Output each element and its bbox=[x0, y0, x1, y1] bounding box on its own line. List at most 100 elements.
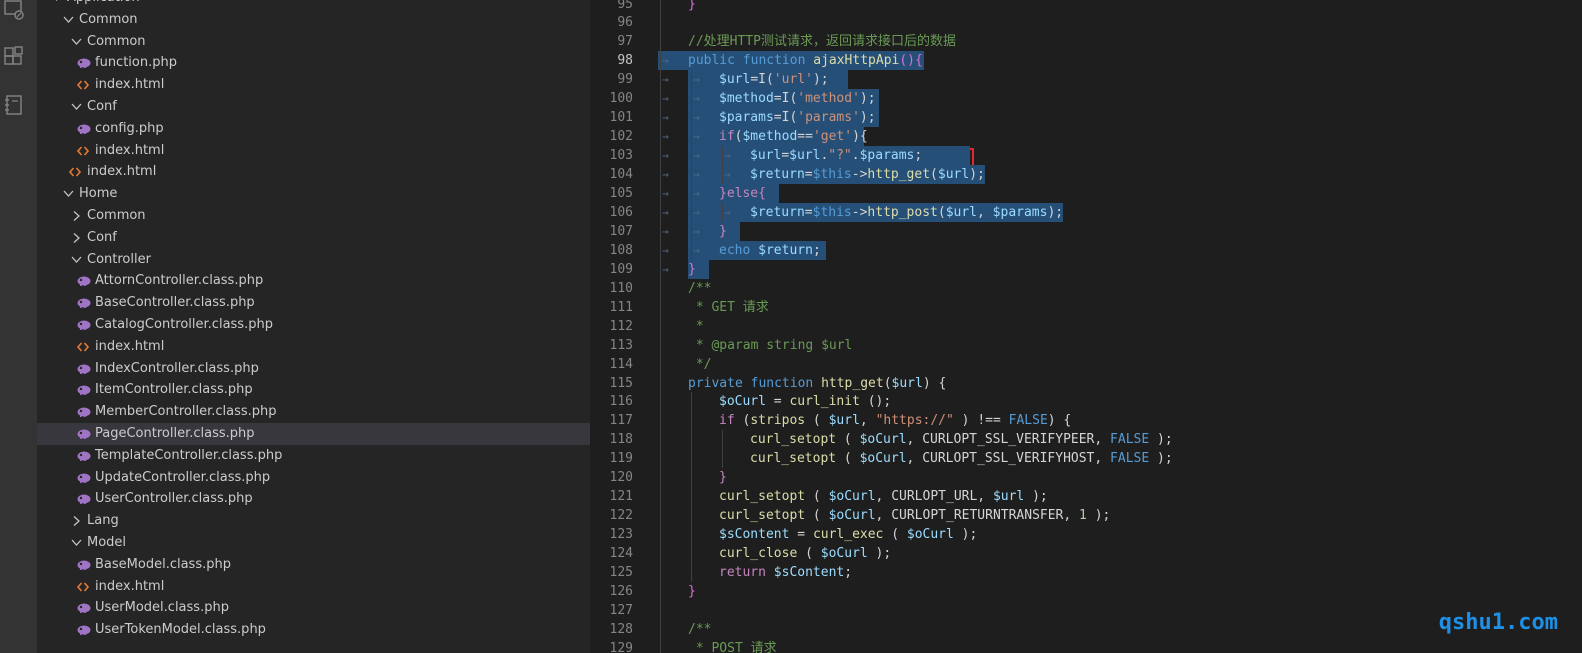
code-line[interactable]: 129 * POST 请求 bbox=[590, 638, 1582, 653]
code-line[interactable]: 118 curl_setopt ( $oCurl, CURLOPT_SSL_VER… bbox=[590, 430, 1582, 450]
tree-file[interactable]: ItemController.class.php bbox=[37, 379, 590, 401]
tree-folder[interactable]: Common bbox=[37, 205, 590, 227]
code-token: ( bbox=[805, 413, 829, 429]
chevron-down-icon[interactable] bbox=[71, 532, 83, 554]
code-line[interactable]: → → → 106 $return=$this->http_post($url, $pa… bbox=[590, 202, 1582, 222]
tree-file[interactable]: index.html bbox=[37, 576, 590, 598]
code-line[interactable]: 113 * @param string $url bbox=[590, 335, 1582, 355]
tree-folder[interactable]: Common bbox=[37, 9, 590, 31]
code-line[interactable]: 96 bbox=[590, 13, 1582, 33]
tree-file[interactable]: index.html bbox=[37, 161, 590, 183]
tree-file[interactable]: IndexController.class.php bbox=[37, 358, 590, 380]
tree-folder[interactable]: Controller bbox=[37, 249, 590, 271]
code-line[interactable]: → → → 104 $return=$this->http_get($url); bbox=[590, 165, 1582, 185]
code-line[interactable]: 128 /** bbox=[590, 619, 1582, 639]
code-line[interactable]: → → 102 if($method=='get'){ bbox=[590, 127, 1582, 147]
line-number: 109 bbox=[609, 261, 633, 277]
tree-item-label: Home bbox=[79, 186, 118, 202]
tree-file[interactable]: UserController.class.php bbox=[37, 488, 590, 510]
tree-file[interactable]: index.html bbox=[37, 336, 590, 358]
code-line[interactable]: 112 * bbox=[590, 316, 1582, 336]
code-line[interactable]: 114 */ bbox=[590, 354, 1582, 374]
code-token: } bbox=[688, 261, 696, 277]
tree-folder[interactable]: Lang bbox=[37, 510, 590, 532]
tree-file[interactable]: PageController.class.php bbox=[37, 423, 590, 445]
code-text: curl_setopt ( $oCurl, CURLOPT_SSL_VERIFY… bbox=[750, 430, 1173, 449]
code-token: http_get bbox=[867, 167, 931, 183]
chevron-right-icon[interactable] bbox=[71, 227, 83, 249]
remote-explorer-icon[interactable] bbox=[3, 0, 25, 22]
tree-folder[interactable]: Home bbox=[37, 183, 590, 205]
chevron-right-icon[interactable] bbox=[71, 510, 83, 532]
tree-file[interactable]: UserTokenModel.class.php bbox=[37, 619, 590, 641]
code-line[interactable]: → → 105}else{ bbox=[590, 184, 1582, 203]
code-text: //处理HTTP测试请求，返回请求接口后的数据 bbox=[688, 32, 956, 51]
code-token: * @param bbox=[688, 337, 767, 353]
code-line[interactable]: → → 108 echo $return; bbox=[590, 240, 1582, 260]
code-line[interactable]: 122 curl_setopt ( $oCurl, CURLOPT_RETURNT… bbox=[590, 506, 1582, 526]
tree-file[interactable]: UserModel.class.php bbox=[37, 597, 590, 619]
code-line[interactable]: 119 curl_setopt ( $oCurl, CURLOPT_SSL_VER… bbox=[590, 449, 1582, 469]
code-line[interactable]: 97 //处理HTTP测试请求，返回请求接口后的数据 bbox=[590, 32, 1582, 52]
tree-file[interactable]: AttornController.class.php bbox=[37, 270, 590, 292]
code-line[interactable]: 110 /** bbox=[590, 278, 1582, 298]
tree-file[interactable]: config.php bbox=[37, 118, 590, 140]
chevron-down-icon[interactable] bbox=[63, 9, 75, 31]
tree-file[interactable]: BaseModel.class.php bbox=[37, 554, 590, 576]
chevron-down-icon[interactable] bbox=[51, 0, 63, 9]
tree-folder[interactable]: Conf bbox=[37, 227, 590, 249]
code-line[interactable]: 124 curl_close ( $oCurl ); bbox=[590, 544, 1582, 564]
tree-file[interactable]: index.html bbox=[37, 74, 590, 96]
code-line[interactable]: → 109} bbox=[590, 259, 1582, 279]
indent-guide bbox=[660, 354, 661, 374]
code-line[interactable]: 123 $sContent = curl_exec ( $oCurl ); bbox=[590, 525, 1582, 545]
code-line[interactable]: 115 private function http_get($url) { bbox=[590, 373, 1582, 393]
tree-file[interactable]: index.html bbox=[37, 140, 590, 162]
tree-file[interactable]: MemberController.class.php bbox=[37, 401, 590, 423]
code-token: ); bbox=[859, 91, 876, 107]
code-line[interactable]: 111 * GET 请求 bbox=[590, 297, 1582, 317]
code-line[interactable]: 95} bbox=[590, 0, 1582, 14]
chevron-down-icon[interactable] bbox=[71, 31, 83, 53]
code-token: ); bbox=[1024, 489, 1048, 505]
indent-guide bbox=[660, 619, 661, 639]
chevron-down-icon[interactable] bbox=[71, 96, 83, 118]
code-line[interactable]: → → 100 $method=I('method'); bbox=[590, 89, 1582, 109]
code-line[interactable]: 121 curl_setopt ( $oCurl, CURLOPT_URL, $u… bbox=[590, 487, 1582, 507]
notebook-icon[interactable] bbox=[3, 94, 25, 116]
code-line[interactable]: 125 return $sContent; bbox=[590, 563, 1582, 582]
code-line[interactable]: 120} bbox=[590, 468, 1582, 488]
tree-folder[interactable]: Model bbox=[37, 532, 590, 554]
code-line[interactable]: 117 if (stripos ( $url, "https://" ) !== … bbox=[590, 411, 1582, 431]
chevron-down-icon[interactable] bbox=[71, 249, 83, 271]
tree-file[interactable]: TemplateController.class.php bbox=[37, 445, 590, 467]
tree-folder[interactable]: Application bbox=[37, 0, 590, 9]
indent-guide bbox=[660, 373, 661, 393]
code-line[interactable]: 126} bbox=[590, 581, 1582, 601]
code-line[interactable]: 116 $oCurl = curl_init (); bbox=[590, 392, 1582, 412]
code-line[interactable]: 127 bbox=[590, 600, 1582, 620]
code-token: , CURLOPT_URL, bbox=[875, 489, 993, 505]
indent-guide bbox=[691, 544, 692, 564]
tree-file[interactable]: UpdateController.class.php bbox=[37, 467, 590, 489]
code-token: $url bbox=[891, 375, 923, 391]
code-editor[interactable]: 95} 96 97//处理HTTP测试请求，返回请求接口后的数据 → 98 public … bbox=[590, 0, 1582, 653]
tree-file[interactable]: BaseController.class.php bbox=[37, 292, 590, 314]
code-token: * POST 请求 bbox=[688, 640, 777, 653]
code-line[interactable]: → → → 103 $url=$url."?".$params; bbox=[590, 146, 1582, 166]
tree-folder[interactable]: Common bbox=[37, 31, 590, 53]
tree-file[interactable]: function.php bbox=[37, 52, 590, 74]
tree-item-label: index.html bbox=[95, 142, 165, 158]
code-line[interactable]: → → 107} bbox=[590, 221, 1582, 241]
code-line[interactable]: → → 99 $url=I('url'); bbox=[590, 70, 1582, 90]
code-token: "?" bbox=[828, 148, 852, 164]
chevron-down-icon[interactable] bbox=[63, 183, 75, 205]
tree-folder[interactable]: Conf bbox=[37, 96, 590, 118]
extensions-icon[interactable] bbox=[3, 46, 25, 68]
tree-file[interactable]: CatalogController.class.php bbox=[37, 314, 590, 336]
code-line[interactable]: → 98 public function ajaxHttpApi(){ bbox=[590, 51, 1582, 71]
chevron-right-icon[interactable] bbox=[71, 205, 83, 227]
code-line[interactable]: → → 101 $params=I('params'); bbox=[590, 108, 1582, 128]
